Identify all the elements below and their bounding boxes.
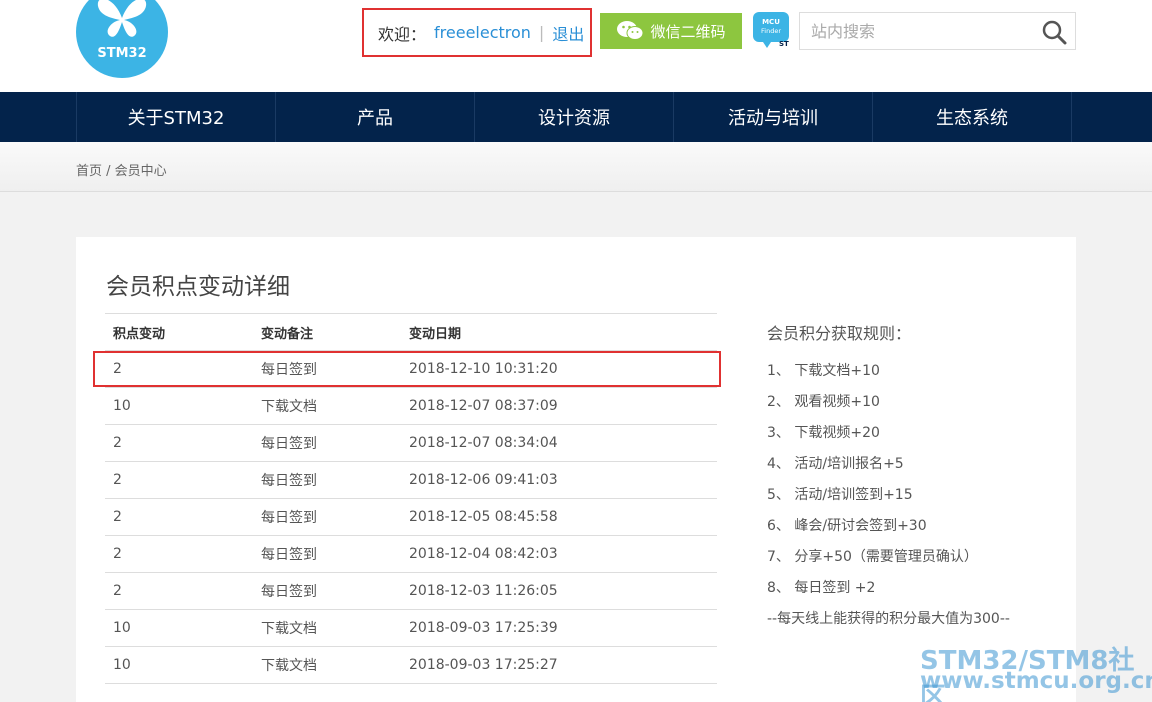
cell-date: 2018-09-03 17:25:27 [409,657,558,673]
rule-item: 2、 观看视频+10 [767,394,880,410]
username-link[interactable]: freeelectron [434,23,531,42]
cell-remark: 下载文档 [261,399,317,415]
nav-divider [1071,92,1072,142]
nav-item-about[interactable]: 关于STM32 [76,92,275,142]
cell-date: 2018-12-03 11:26:05 [409,583,558,599]
cell-points: 2 [113,472,122,488]
col-header-points: 积点变动 [113,326,166,342]
site-search [799,12,1076,50]
wechat-qrcode-button[interactable]: 微信二维码 [600,13,742,49]
rule-item: 7、 分享+50（需要管理员确认） [767,549,978,565]
rule-item: 5、 活动/培训签到+15 [767,487,913,503]
cell-date: 2018-12-07 08:37:09 [409,398,558,414]
cell-date: 2018-09-03 17:25:39 [409,620,558,636]
cell-remark: 每日签到 [261,473,317,489]
nav-item-products[interactable]: 产品 [275,92,474,142]
breadcrumb-bar: 首页 / 会员中心 [0,142,1152,192]
rule-item: 4、 活动/培训报名+5 [767,456,904,472]
cell-points: 2 [113,509,122,525]
rule-item: 8、 每日签到 +2 [767,580,876,596]
rules-note: --每天线上能获得的积分最大值为300-- [767,611,1010,627]
wechat-icon [617,21,644,40]
cell-points: 10 [113,398,131,414]
col-header-date: 变动日期 [409,326,462,342]
wechat-button-label: 微信二维码 [650,22,726,41]
nav-item-ecosystem[interactable]: 生态系统 [872,92,1071,142]
search-input[interactable] [800,13,1030,49]
table-row: 2 每日签到 2018-12-03 11:26:05 [105,573,717,610]
cell-remark: 每日签到 [261,436,317,452]
cell-points: 2 [113,435,122,451]
rule-item: 1、 下载文档+10 [767,363,880,379]
table-row: 2 每日签到 2018-12-04 08:42:03 [105,536,717,573]
table-row: 10 下载文档 2018-12-07 08:37:09 [105,388,717,425]
table-row: 2 每日签到 2018-12-07 08:34:04 [105,425,717,462]
rule-item: 6、 峰会/研讨会签到+30 [767,518,927,534]
table-row: 2 每日签到 2018-12-06 09:41:03 [105,462,717,499]
butterfly-icon [97,0,147,37]
page-title: 会员积点变动详细 [106,274,290,300]
nav-item-events-training[interactable]: 活动与培训 [673,92,872,142]
cell-remark: 下载文档 [261,658,317,674]
cell-date: 2018-12-05 08:45:58 [409,509,558,525]
highlight-box-row [93,351,721,387]
cell-date: 2018-12-06 09:41:03 [409,472,558,488]
logo-text: STM32 [97,46,147,61]
table-header: 积点变动 变动备注 变动日期 [105,313,717,351]
cell-date: 2018-12-04 08:42:03 [409,546,558,562]
cell-points: 2 [113,583,122,599]
cell-remark: 每日签到 [261,510,317,526]
main-nav: 关于STM32 产品 设计资源 活动与培训 生态系统 [0,92,1152,142]
svg-text:ST: ST [779,40,789,48]
rule-item: 3、 下载视频+20 [767,425,880,441]
cell-points: 10 [113,657,131,673]
points-rules: 会员积分获取规则： 1、 下载文档+10 2、 观看视频+10 3、 下载视频+20… [767,320,1010,635]
rules-title: 会员积分获取规则： [767,324,912,343]
table-row: 2 每日签到 2018-12-05 08:45:58 [105,499,717,536]
cell-remark: 下载文档 [261,621,317,637]
logout-link[interactable]: 退出 [552,21,584,45]
col-header-remark: 变动备注 [261,326,314,342]
search-icon[interactable] [1041,19,1067,45]
cell-points: 10 [113,620,131,636]
svg-text:Finder: Finder [761,27,781,35]
cell-remark: 每日签到 [261,547,317,563]
cell-remark: 每日签到 [261,584,317,600]
cell-points: 2 [113,546,122,562]
welcome-separator: | [538,23,545,42]
breadcrumb[interactable]: 首页 / 会员中心 [76,160,167,179]
cell-date: 2018-12-07 08:34:04 [409,435,558,451]
table-row: 10 下载文档 2018-09-03 17:25:39 [105,610,717,647]
svg-text:MCU: MCU [762,18,780,26]
site-header: STM32 欢迎： freeelectron | 退出 微信二维码 MCU Fi… [0,0,1152,92]
welcome-label: 欢迎： [378,24,427,44]
table-row: 10 下载文档 2018-09-03 17:25:27 [105,647,717,684]
stm32-logo[interactable]: STM32 [76,0,168,78]
watermark-line2: www.stmcu.org.cn [920,668,1152,694]
mcu-finder-icon[interactable]: MCU Finder ST [753,12,789,48]
welcome-box: 欢迎： freeelectron | 退出 [362,8,592,57]
nav-item-design-resources[interactable]: 设计资源 [474,92,673,142]
